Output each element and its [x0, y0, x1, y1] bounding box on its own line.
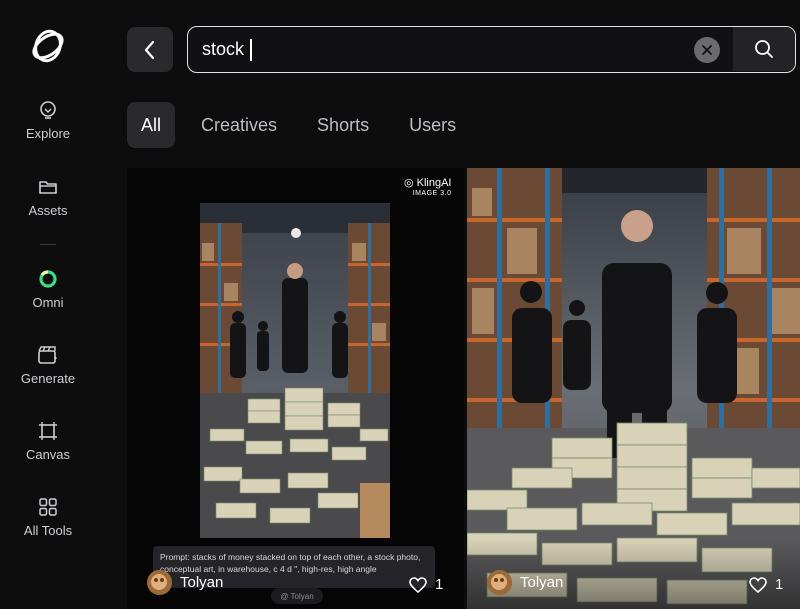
- text-caret: [250, 39, 252, 61]
- result-card[interactable]: ◎ KlingAI IMAGE 3.0 Prompt: stacks of mon…: [127, 168, 464, 609]
- sidebar-item-all-tools[interactable]: All Tools: [0, 497, 96, 538]
- kling-badge: ◎ KlingAI IMAGE 3.0: [404, 176, 452, 198]
- folder-icon: [39, 181, 57, 194]
- sidebar-item-label: Canvas: [25, 447, 71, 462]
- clear-search-button[interactable]: [694, 37, 720, 63]
- like-count: 1: [435, 576, 444, 593]
- like-button[interactable]: 1: [409, 576, 443, 593]
- filter-tabs: All Creatives Shorts Users: [127, 102, 482, 148]
- canvas-frame-icon: [39, 422, 57, 440]
- sidebar-item-label: Assets: [28, 203, 68, 218]
- author-name: Tolyan: [520, 574, 564, 591]
- sidebar-item-generate[interactable]: Generate: [0, 345, 96, 386]
- tab-shorts[interactable]: Shorts: [303, 102, 383, 148]
- like-count: 1: [775, 576, 784, 593]
- grid-icon: [39, 498, 57, 516]
- close-icon: [702, 45, 712, 55]
- clapper-icon: [38, 346, 57, 364]
- kling-mini-logo-icon: ◎: [404, 177, 414, 189]
- back-button[interactable]: [127, 27, 173, 72]
- sidebar-item-omni[interactable]: Omni: [0, 269, 96, 310]
- kling-logo-icon[interactable]: [28, 26, 68, 66]
- sidebar-item-canvas[interactable]: Canvas: [0, 421, 96, 462]
- search-button[interactable]: [733, 27, 795, 71]
- result-card[interactable]: Tolyan 1: [467, 168, 800, 609]
- heart-icon: [749, 576, 767, 593]
- sidebar-item-label: Explore: [25, 126, 71, 141]
- card-author[interactable]: Tolyan: [147, 570, 223, 595]
- heart-icon: [409, 576, 427, 593]
- tab-all[interactable]: All: [127, 102, 176, 148]
- sidebar-item-label: Omni: [32, 295, 64, 310]
- sidebar-item-label: Generate: [20, 371, 76, 386]
- lightbulb-icon: [40, 101, 56, 119]
- like-button[interactable]: 1: [749, 576, 783, 593]
- sidebar-item-assets[interactable]: Assets: [0, 177, 96, 218]
- search-bar: [187, 26, 796, 73]
- card-author[interactable]: Tolyan: [487, 570, 563, 595]
- tab-users[interactable]: Users: [395, 102, 470, 148]
- sidebar-item-explore[interactable]: Explore: [0, 100, 96, 141]
- sidebar-divider: [40, 244, 56, 245]
- warehouse-money-image: [200, 203, 390, 538]
- search-input[interactable]: [202, 27, 682, 71]
- sidebar-item-label: All Tools: [23, 523, 73, 538]
- badge-model: IMAGE 3.0: [412, 190, 452, 197]
- sidebar: Explore Assets Omni Generate Canvas All …: [0, 0, 96, 609]
- search-icon: [755, 40, 773, 58]
- avatar: [147, 570, 172, 595]
- author-watermark: @ Tolyan: [271, 588, 323, 604]
- avatar: [487, 570, 512, 595]
- author-name: Tolyan: [180, 574, 224, 591]
- badge-brand: KlingAI: [416, 176, 452, 189]
- omni-ring-icon: [39, 270, 57, 288]
- chevron-left-icon: [144, 40, 155, 59]
- tab-creatives[interactable]: Creatives: [187, 102, 291, 148]
